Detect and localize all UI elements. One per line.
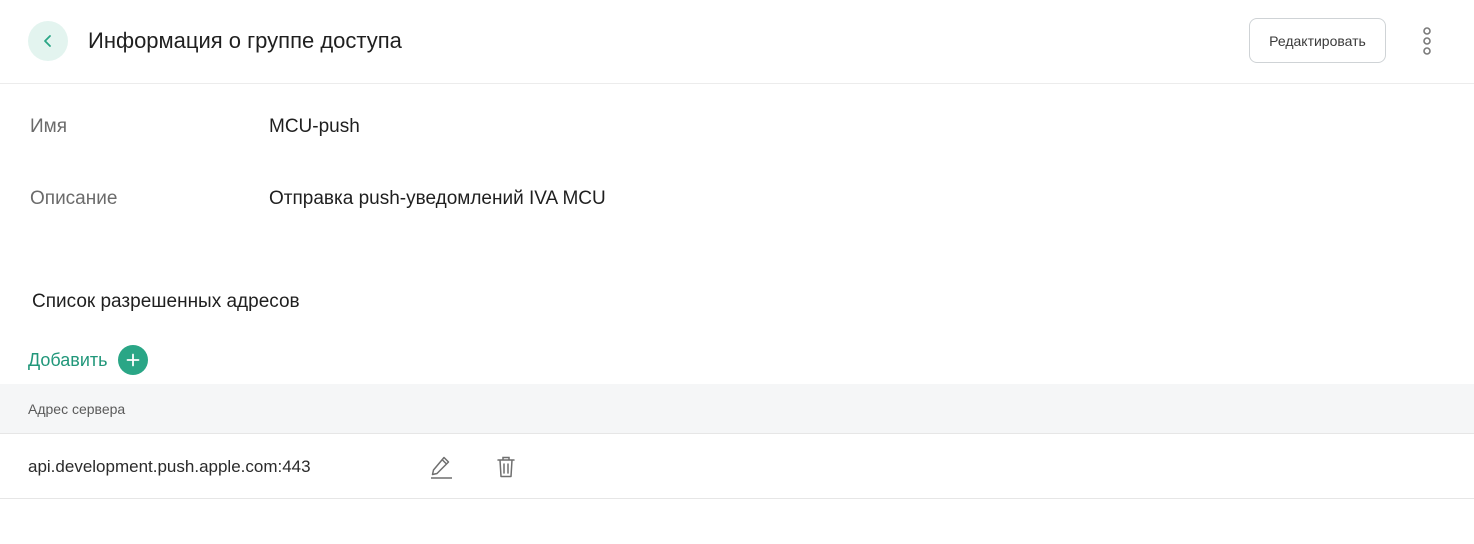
- server-address-cell: api.development.push.apple.com:443: [28, 457, 311, 476]
- add-address-button[interactable]: Добавить: [28, 345, 148, 375]
- more-vertical-icon: [1423, 27, 1431, 55]
- page-header: Информация о группе доступа Редактироват…: [0, 0, 1474, 84]
- name-label: Имя: [30, 116, 68, 137]
- pencil-icon: [431, 456, 452, 479]
- add-label: Добавить: [28, 349, 108, 370]
- plus-circle-icon[interactable]: [117, 345, 148, 375]
- description-label: Описание: [30, 188, 118, 209]
- edit-button[interactable]: Редактировать: [1249, 18, 1386, 63]
- trash-icon: [497, 456, 515, 478]
- column-header-server-address: Адрес сервера: [28, 401, 126, 417]
- table-header: Адрес сервера: [0, 384, 1474, 434]
- more-options-button[interactable]: [1414, 26, 1440, 56]
- edit-address-button[interactable]: [428, 454, 454, 480]
- name-value: MCU-push: [269, 116, 360, 137]
- allowed-addresses-title: Список разрешенных адресов: [32, 291, 300, 312]
- delete-address-button[interactable]: [493, 454, 519, 480]
- table-row: api.development.push.apple.com:443: [0, 434, 1474, 499]
- page-title: Информация о группе доступа: [88, 28, 402, 53]
- back-button[interactable]: [28, 21, 68, 61]
- chevron-left-icon: [44, 35, 51, 47]
- description-value: Отправка push-уведомлений IVA MCU: [269, 188, 606, 209]
